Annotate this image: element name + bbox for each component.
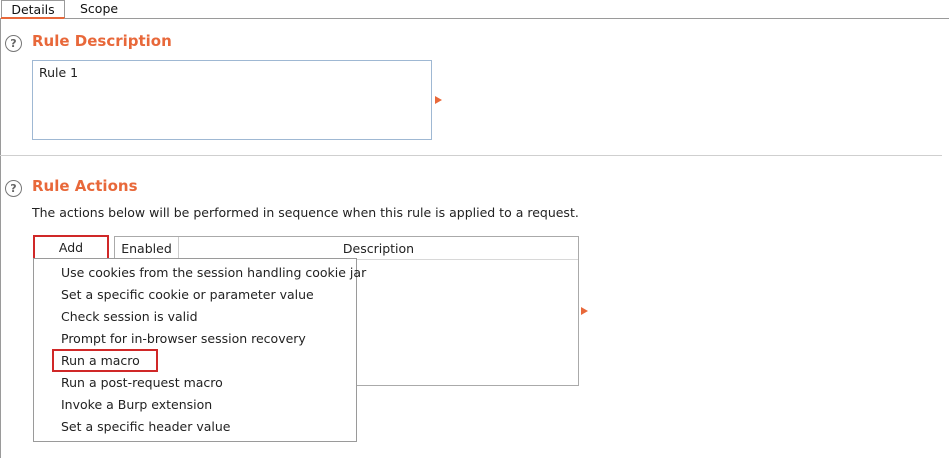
column-header-description[interactable]: Description (179, 237, 578, 259)
menu-item-invoke-extension[interactable]: Invoke a Burp extension (61, 395, 212, 415)
help-icon[interactable]: ? (5, 35, 22, 52)
table-header: Enabled Description (115, 237, 578, 260)
menu-item-prompt-session-recovery[interactable]: Prompt for in-browser session recovery (61, 329, 306, 349)
run-macro-highlight (52, 349, 158, 372)
column-header-enabled[interactable]: Enabled (115, 237, 179, 259)
panel-left-border (0, 18, 1, 458)
tab-bar: Details Scope (0, 0, 949, 19)
tab-bar-divider (64, 18, 949, 19)
menu-item-set-cookie-parameter[interactable]: Set a specific cookie or parameter value (61, 285, 314, 305)
rule-description-heading: Rule Description (32, 32, 172, 50)
menu-item-check-session[interactable]: Check session is valid (61, 307, 198, 327)
rule-description-value: Rule 1 (39, 65, 79, 80)
rule-description-field[interactable]: Rule 1 (32, 60, 432, 140)
tab-details[interactable]: Details (1, 0, 65, 19)
help-icon[interactable]: ? (5, 180, 22, 197)
section-divider (0, 155, 942, 156)
expand-arrow-icon[interactable] (581, 307, 588, 315)
expand-arrow-icon[interactable] (435, 96, 442, 104)
tab-scope[interactable]: Scope (80, 0, 118, 18)
rule-actions-description: The actions below will be performed in s… (32, 205, 579, 220)
menu-item-set-header[interactable]: Set a specific header value (61, 417, 231, 437)
menu-item-use-cookies[interactable]: Use cookies from the session handling co… (61, 263, 366, 283)
menu-item-run-post-request-macro[interactable]: Run a post-request macro (61, 373, 223, 393)
rule-actions-heading: Rule Actions (32, 177, 138, 195)
